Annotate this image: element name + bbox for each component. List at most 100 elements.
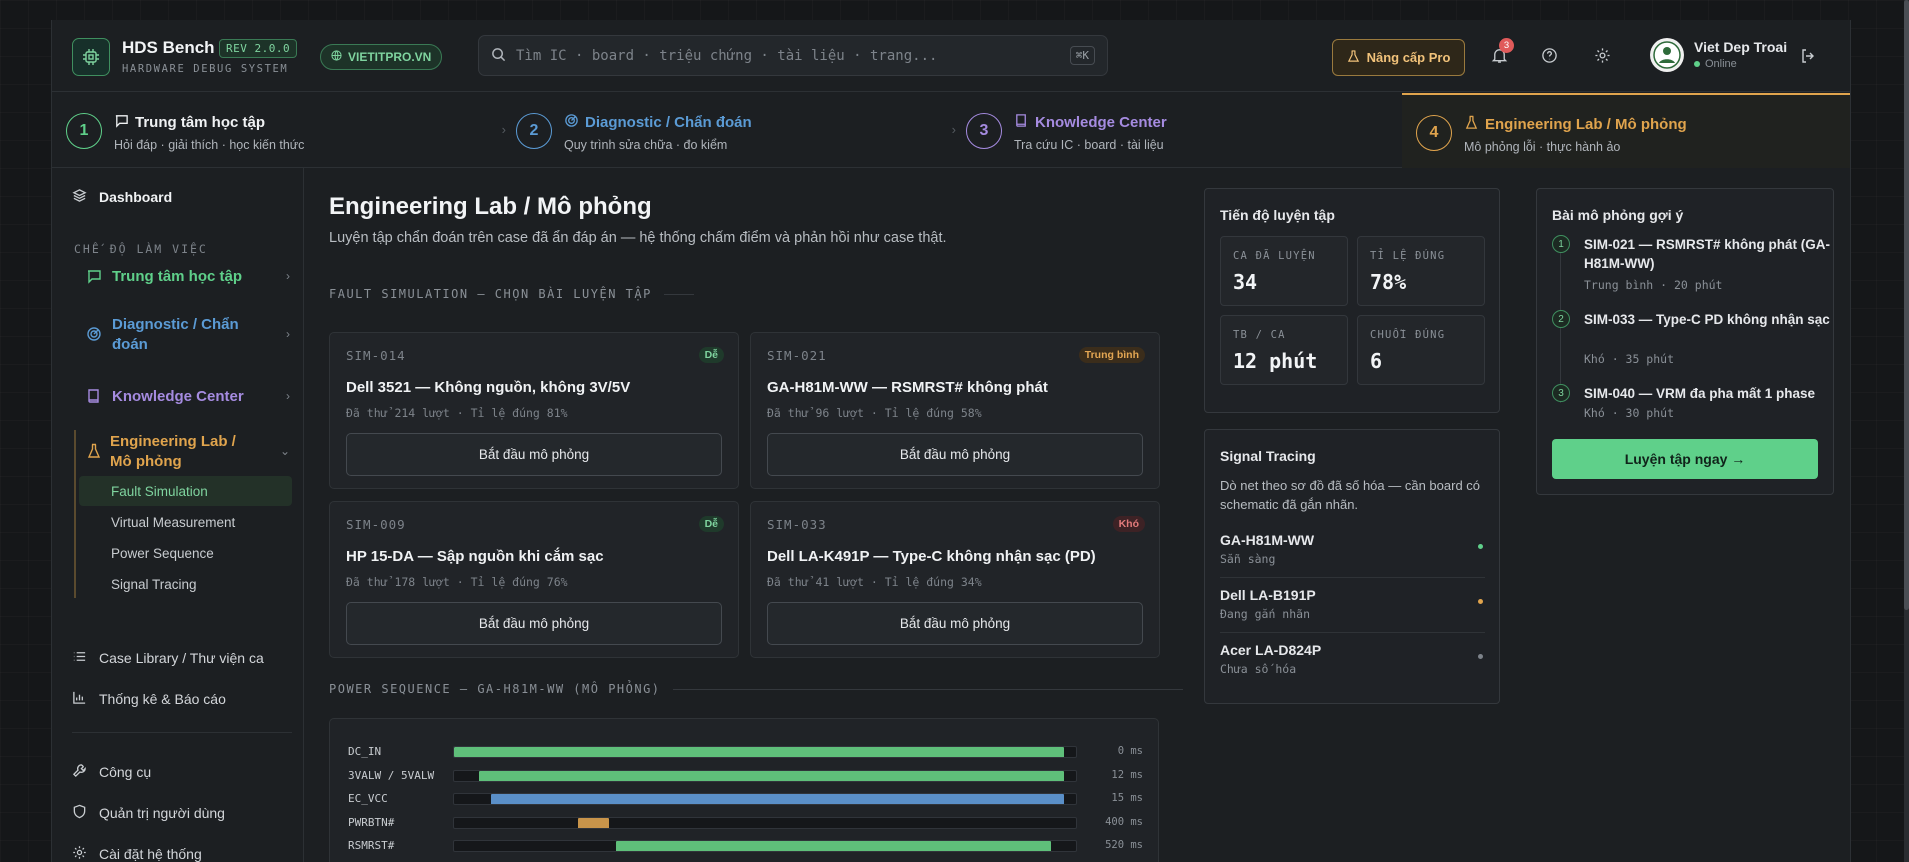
case-code: SIM-033: [767, 517, 827, 532]
sidebar-item-engineering-lab[interactable]: Engineering Lab / Mô phỏng ⌄: [74, 430, 292, 474]
power-sequence-panel: DC_IN 0 ms 3VALW / 5VALW 12 ms EC_VCC 15 ms PW…: [329, 718, 1159, 862]
version-badge: REV 2.0.0: [219, 39, 298, 58]
engineering-lab-subnav: Fault Simulation Virtual Measurement Pow…: [74, 474, 292, 598]
rail-timeline-bar: [615, 841, 1052, 851]
logout-button[interactable]: [1796, 45, 1820, 69]
case-stats: Đã thử 41 lượt · Tỉ lệ đúng 34%: [767, 575, 982, 589]
section-divider: [663, 293, 694, 295]
stat-label: TB / CA: [1233, 329, 1286, 341]
sidebar-item-knowledge-center[interactable]: Knowledge Center ›: [74, 385, 292, 409]
sidebar-item-tools[interactable]: Công cụ: [72, 763, 151, 781]
start-simulation-button[interactable]: Bắt đầu mô phỏng: [767, 602, 1143, 645]
step-diagnostic[interactable]: 2 Diagnostic / Chẩn đoán Quy trình sửa c…: [502, 93, 956, 168]
case-code: SIM-009: [346, 517, 406, 532]
difficulty-badge: Khó: [1112, 516, 1145, 532]
sidebar-item-diagnostic[interactable]: Diagnostic / Chẩn đoán ›: [74, 313, 292, 357]
rail-name: RSMRST#: [348, 839, 395, 852]
rail-name: PWRBTN#: [348, 815, 395, 829]
avatar[interactable]: [1650, 38, 1684, 72]
subnav-power-sequence[interactable]: Power Sequence: [79, 538, 292, 568]
sidebar-item-label: Công cụ: [99, 764, 152, 780]
book-icon: [1014, 113, 1029, 132]
stat-streak: CHUỖI ĐÚNG 6: [1357, 315, 1485, 385]
suggestion-meta: Trung bình · 20 phút: [1584, 278, 1723, 292]
bar-chart-icon: [72, 690, 87, 708]
rail-timeline-bar: [578, 817, 610, 828]
step-title-label: Trung tâm học tập: [135, 114, 266, 131]
step-knowledge-center[interactable]: 3 Knowledge Center Tra cứu IC · board · …: [952, 93, 1406, 168]
start-simulation-button[interactable]: Bắt đầu mô phỏng: [346, 602, 722, 645]
suggestion-item[interactable]: 2 SIM-033 — Type-C PD không nhận sạc Khó…: [1552, 310, 1832, 366]
chip-logo-icon[interactable]: [72, 38, 110, 76]
section-title: FAULT SIMULATION — CHỌN BÀI LUYỆN TẬP: [329, 287, 652, 301]
start-simulation-button[interactable]: Bắt đầu mô phỏng: [767, 433, 1143, 476]
search-input[interactable]: Tìm IC · board · triệu chứng · tài liệu …: [478, 35, 1108, 76]
sidebar-item-case-library[interactable]: Case Library / Thư viện ca: [72, 649, 264, 667]
scrollbar-thumb[interactable]: [1904, 0, 1909, 610]
status-dot-icon: [1478, 599, 1483, 604]
step-learning-center[interactable]: 1 Trung tâm học tập Hỏi đáp · giải thích…: [52, 93, 506, 168]
sidebar-item-learning-center[interactable]: Trung tâm học tập ›: [74, 265, 292, 289]
step-title: Diagnostic / Chẩn đoán: [564, 113, 752, 132]
gear-icon: [72, 845, 87, 862]
help-button[interactable]: [1537, 45, 1561, 69]
rail-timeline-bar: [454, 747, 1064, 757]
difficulty-badge: Trung bình: [1078, 347, 1145, 363]
sidebar-item-system-settings[interactable]: Cài đặt hệ thống: [72, 845, 202, 862]
chevron-right-icon: ›: [286, 327, 290, 341]
chat-icon: [114, 113, 129, 132]
step-title: Engineering Lab / Mô phỏng: [1464, 115, 1687, 134]
sidebar-item-reports[interactable]: Thống kê & Báo cáo: [72, 690, 226, 708]
board-row[interactable]: Dell LA-B191P Đang gắn nhãn: [1220, 579, 1485, 633]
suggestion-item[interactable]: 1 SIM-021 — RSMRST# không phát (GA-H81M-…: [1552, 235, 1832, 295]
upgrade-pro-button[interactable]: Nâng cấp Pro: [1332, 39, 1465, 76]
step-engineering-lab[interactable]: 4 Engineering Lab / Mô phỏng Mô phỏng lỗ…: [1402, 93, 1850, 168]
status-dot-icon: [1478, 544, 1483, 549]
sidebar-item-dashboard[interactable]: Dashboard: [72, 188, 172, 206]
chevron-down-icon: ⌄: [279, 444, 290, 458]
page-scrollbar[interactable]: [1904, 0, 1909, 862]
section-divider: [672, 688, 1183, 690]
step-title-label: Engineering Lab / Mô phỏng: [1485, 116, 1687, 133]
step-number: 1: [66, 113, 102, 149]
suggested-simulations-panel: Bài mô phỏng gợi ý 1 SIM-021 — RSMRST# k…: [1536, 188, 1834, 495]
sidebar-item-user-admin[interactable]: Quản trị người dùng: [72, 804, 225, 822]
board-row[interactable]: Acer LA-D824P Chưa số hóa: [1220, 634, 1485, 688]
suggestion-number: 1: [1552, 235, 1570, 253]
fault-simulation-heading: FAULT SIMULATION — CHỌN BÀI LUYỆN TẬP: [329, 287, 694, 301]
practice-now-button[interactable]: Luyện tập ngay →: [1552, 439, 1818, 479]
case-stats: Đã thử 178 lượt · Tỉ lệ đúng 76%: [346, 575, 568, 589]
notification-count: 3: [1499, 38, 1514, 53]
page-description: Luyện tập chẩn đoán trên case đã ẩn đáp …: [329, 230, 947, 246]
subnav-fault-simulation[interactable]: Fault Simulation: [79, 476, 292, 506]
site-link[interactable]: VIETITPRO.VN: [320, 44, 443, 70]
case-title: Dell 3521 — Không nguồn, không 3V/5V: [346, 379, 631, 396]
gear-icon: [1594, 47, 1611, 67]
subnav-signal-tracing[interactable]: Signal Tracing: [79, 569, 292, 599]
suggestion-item[interactable]: 3 SIM-040 — VRM đa pha mất 1 phase Khó ·…: [1552, 384, 1832, 424]
suggestion-title: SIM-021 — RSMRST# không phát (GA-H81M-WW…: [1584, 237, 1831, 271]
step-number: 4: [1416, 115, 1452, 151]
step-title-label: Diagnostic / Chẩn đoán: [585, 114, 752, 131]
wrench-icon: [72, 763, 87, 781]
suggestion-meta: Khó · 35 phút: [1584, 352, 1675, 366]
step-subtitle: Quy trình sửa chữa · đo kiểm: [564, 138, 728, 152]
upgrade-pro-label: Nâng cấp Pro: [1366, 50, 1451, 65]
sidebar-section-title: CHẾ ĐỘ LÀM VIỆC: [74, 242, 208, 256]
rail-name: EC_VCC: [348, 792, 388, 805]
subnav-virtual-measurement[interactable]: Virtual Measurement: [79, 507, 292, 537]
start-simulation-button[interactable]: Bắt đầu mô phỏng: [346, 433, 722, 476]
settings-button[interactable]: [1590, 45, 1614, 69]
rail-timeline-track: [453, 793, 1077, 805]
stat-avg-time: TB / CA 12 phút: [1220, 315, 1348, 385]
board-status: Sẵn sàng: [1220, 552, 1276, 566]
sidebar-item-label: Trung tâm học tập: [112, 268, 243, 285]
step-subtitle: Tra cứu IC · board · tài liệu: [1014, 138, 1164, 152]
search-placeholder: Tìm IC · board · triệu chứng · tài liệu …: [516, 47, 938, 64]
sidebar: Dashboard CHẾ ĐỘ LÀM VIỆC Trung tâm học …: [52, 168, 304, 862]
notifications-button[interactable]: 3: [1487, 38, 1514, 69]
stat-value: 6: [1370, 349, 1383, 373]
app-subtitle: HARDWARE DEBUG SYSTEM: [122, 63, 289, 75]
board-row[interactable]: GA-H81M-WW Sẵn sàng: [1220, 524, 1485, 578]
stat-label: CA ĐÃ LUYỆN: [1233, 250, 1316, 262]
